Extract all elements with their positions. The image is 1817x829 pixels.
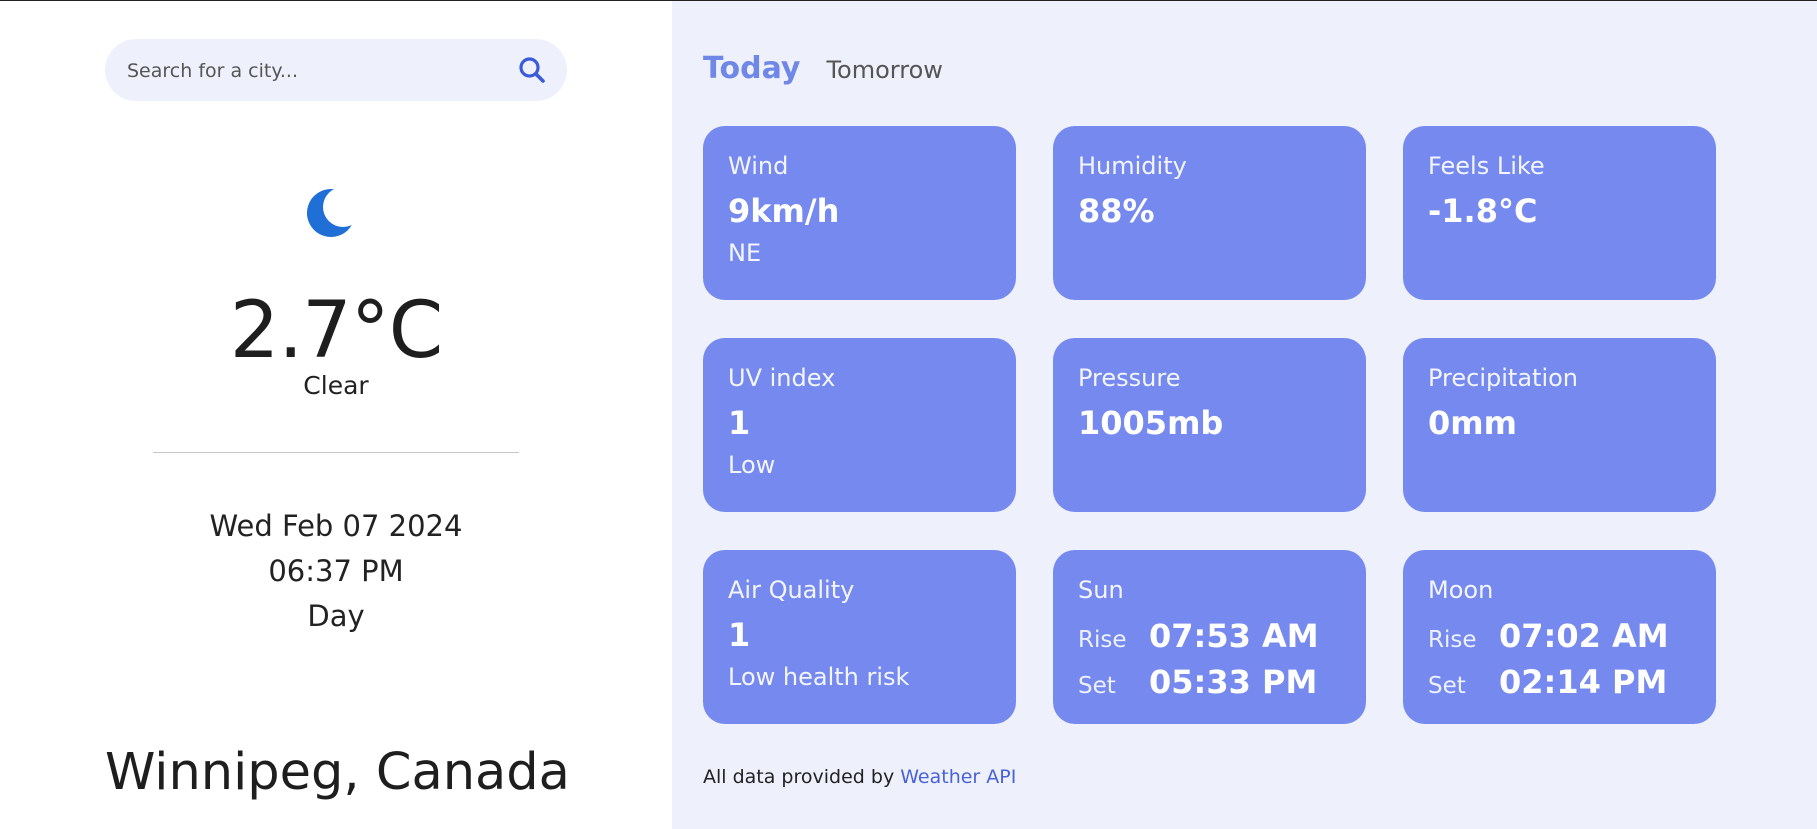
moon-card: Moon Rise 07:02 AM Set 02:14 PM — [1403, 550, 1716, 724]
card-value: 88% — [1078, 192, 1155, 230]
temperature: 2.7°C — [229, 286, 444, 376]
search-bar — [105, 39, 567, 103]
weather-cards-grid: Wind 9km/h NE Humidity 88% Feels Like -1… — [703, 126, 1717, 724]
card-subtext: Low — [728, 451, 776, 479]
weather-condition: Clear — [303, 371, 369, 400]
card-title: Precipitation — [1428, 364, 1579, 392]
rise-label: Rise — [1428, 627, 1477, 653]
humidity-card: Humidity 88% — [1053, 126, 1366, 300]
sunrise-time: 07:53 AM — [1149, 617, 1319, 655]
card-title: Air Quality — [728, 576, 855, 604]
set-label: Set — [1428, 673, 1466, 699]
sunrise-row: Rise 07:53 AM — [1078, 620, 1341, 652]
sun-card: Sun Rise 07:53 AM Set 05:33 PM — [1053, 550, 1366, 724]
weather-api-link[interactable]: Weather API — [900, 766, 1016, 788]
details-panel: Today Tomorrow Wind 9km/h NE Humidity 88… — [672, 1, 1817, 829]
moonrise-time: 07:02 AM — [1499, 617, 1669, 655]
moonset-time: 02:14 PM — [1499, 663, 1668, 701]
set-label: Set — [1078, 673, 1116, 699]
search-input[interactable] — [125, 39, 489, 103]
sunset-time: 05:33 PM — [1149, 663, 1318, 701]
day-tabs: Today Tomorrow — [703, 51, 943, 86]
card-title: Feels Like — [1428, 152, 1545, 180]
card-title: Wind — [728, 152, 789, 180]
card-subtext: NE — [728, 239, 762, 267]
uv-index-card: UV index 1 Low — [703, 338, 1016, 512]
card-title: Moon — [1428, 576, 1494, 604]
wind-card: Wind 9km/h NE — [703, 126, 1016, 300]
card-title: Humidity — [1078, 152, 1187, 180]
card-value: -1.8°C — [1428, 192, 1538, 230]
divider — [153, 452, 519, 453]
moonrise-row: Rise 07:02 AM — [1428, 620, 1691, 652]
location-name: Winnipeg, Canada — [105, 743, 570, 802]
attribution: All data provided by Weather API — [703, 766, 1016, 788]
card-title: Sun — [1078, 576, 1124, 604]
day-part: Day — [307, 599, 365, 633]
card-value: 0mm — [1428, 404, 1517, 442]
sunset-row: Set 05:33 PM — [1078, 666, 1341, 698]
rise-label: Rise — [1078, 627, 1127, 653]
current-weather-panel: 2.7°C Clear Wed Feb 07 2024 06:37 PM Day… — [0, 1, 672, 829]
moon-icon — [306, 185, 362, 241]
card-value: 9km/h — [728, 192, 840, 230]
tab-today[interactable]: Today — [703, 51, 800, 86]
card-value: 1 — [728, 616, 751, 654]
pressure-card: Pressure 1005mb — [1053, 338, 1366, 512]
card-value: 1 — [728, 404, 751, 442]
precipitation-card: Precipitation 0mm — [1403, 338, 1716, 512]
moonset-row: Set 02:14 PM — [1428, 666, 1691, 698]
attribution-text: All data provided by — [703, 766, 895, 788]
search-icon[interactable] — [517, 55, 547, 85]
feels-like-card: Feels Like -1.8°C — [1403, 126, 1716, 300]
card-subtext: Low health risk — [728, 663, 910, 691]
card-value: 1005mb — [1078, 404, 1224, 442]
current-date: Wed Feb 07 2024 — [209, 509, 463, 543]
air-quality-card: Air Quality 1 Low health risk — [703, 550, 1016, 724]
tab-tomorrow[interactable]: Tomorrow — [826, 56, 942, 84]
card-title: Pressure — [1078, 364, 1181, 392]
current-time: 06:37 PM — [268, 554, 404, 588]
card-title: UV index — [728, 364, 836, 392]
